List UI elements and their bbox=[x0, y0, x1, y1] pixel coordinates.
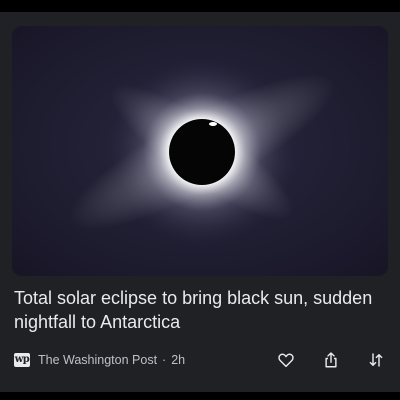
source-logo: wp bbox=[14, 353, 30, 367]
like-button[interactable] bbox=[272, 346, 300, 374]
see-more-less-icon bbox=[369, 353, 383, 367]
share-button[interactable] bbox=[317, 346, 345, 374]
news-card-frame: Total solar eclipse to bring black sun, … bbox=[0, 12, 400, 392]
article-actions bbox=[270, 346, 390, 374]
meta-separator: · bbox=[162, 353, 167, 367]
source-name[interactable]: The Washington Post bbox=[38, 353, 157, 367]
share-icon bbox=[325, 352, 337, 368]
article-headline[interactable]: Total solar eclipse to bring black sun, … bbox=[14, 286, 386, 334]
eclipse-image bbox=[12, 26, 388, 276]
article-image[interactable] bbox=[12, 26, 388, 276]
article-meta: wp The Washington Post · 2h bbox=[14, 350, 185, 370]
article-age: 2h bbox=[171, 353, 186, 367]
see-more-less-button[interactable] bbox=[362, 346, 390, 374]
heart-outline-icon bbox=[278, 353, 294, 368]
